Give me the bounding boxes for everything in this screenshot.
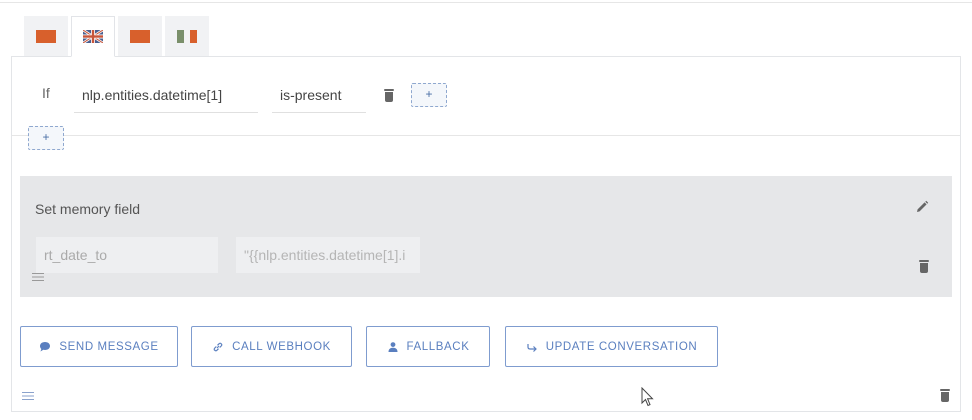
- update-conversation-label: UPDATE CONVERSATION: [545, 340, 698, 353]
- tab-language-en[interactable]: [71, 16, 115, 57]
- fallback-button[interactable]: FALLBACK: [366, 326, 490, 367]
- trash-icon[interactable]: [383, 89, 395, 103]
- memory-value-input[interactable]: "{{nlp.entities.datetime[1].i: [236, 237, 420, 273]
- call-webhook-button[interactable]: CALL WEBHOOK: [191, 326, 352, 367]
- if-label: If: [42, 85, 50, 101]
- entity-field[interactable]: nlp.entities.datetime[1]: [74, 79, 258, 113]
- rule-panel: If nlp.entities.datetime[1] is-present +…: [11, 56, 961, 412]
- add-condition-button[interactable]: +: [411, 83, 447, 107]
- update-conversation-button[interactable]: UPDATE CONVERSATION: [505, 326, 718, 367]
- memory-key-input[interactable]: rt_date_to: [36, 237, 218, 273]
- tab-language-1[interactable]: [24, 16, 68, 56]
- operator-select[interactable]: is-present: [272, 79, 366, 113]
- section-divider: [12, 135, 960, 136]
- action-title: Set memory field: [35, 201, 141, 217]
- top-divider: [0, 2, 972, 3]
- drag-handle-icon[interactable]: [32, 273, 44, 281]
- add-condition-group-button[interactable]: +: [28, 126, 64, 150]
- link-icon: [213, 342, 223, 351]
- condition-row: If nlp.entities.datetime[1] is-present +: [12, 57, 960, 135]
- call-webhook-label: CALL WEBHOOK: [232, 340, 331, 353]
- pencil-icon[interactable]: [915, 200, 929, 214]
- user-icon: [388, 341, 398, 352]
- italy-flag-icon: [177, 30, 198, 43]
- tab-language-it[interactable]: [165, 16, 209, 56]
- drag-handle-icon[interactable]: [22, 392, 34, 400]
- chat-bubble-icon: [40, 341, 51, 351]
- mouse-pointer-icon: [641, 387, 654, 407]
- trash-icon[interactable]: [939, 389, 951, 403]
- trash-icon[interactable]: [918, 260, 930, 274]
- send-message-button[interactable]: SEND MESSAGE: [20, 326, 178, 367]
- set-memory-action-card: Set memory field rt_date_to "{{nlp.entit…: [20, 176, 952, 297]
- flag-icon: [36, 30, 56, 43]
- language-tabs: [24, 16, 212, 57]
- uk-flag-icon: [83, 30, 103, 43]
- send-message-label: SEND MESSAGE: [59, 340, 159, 353]
- redirect-arrow-icon: [527, 343, 537, 352]
- tab-language-3[interactable]: [118, 16, 162, 56]
- fallback-label: FALLBACK: [406, 340, 470, 353]
- flag-icon: [130, 30, 150, 43]
